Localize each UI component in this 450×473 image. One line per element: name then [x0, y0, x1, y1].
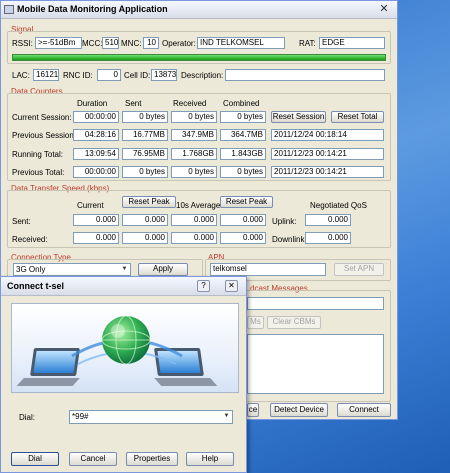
- dial-combobox[interactable]: *99# ▼: [69, 410, 233, 424]
- sent-average-peak: 0.000: [220, 214, 266, 226]
- received-cell: 0 bytes: [171, 166, 217, 178]
- row-label: Previous Session:: [12, 131, 77, 140]
- column-header: Combined: [223, 99, 260, 108]
- rssi-field: >=-51dBm: [35, 37, 82, 49]
- service-button[interactable]: ce: [247, 403, 259, 417]
- downlink-field: 0.000: [305, 232, 351, 244]
- negotiated-qos-label: Negotiated QoS: [310, 201, 367, 210]
- received-current: 0.000: [73, 232, 119, 244]
- apn-input[interactable]: telkomsel: [210, 263, 326, 276]
- sent-peak: 0.000: [122, 214, 168, 226]
- current-label: Current: [77, 201, 104, 210]
- timestamp-cell: 2011/12/23 00:14:21: [271, 166, 384, 178]
- average-label: 10s Average: [176, 201, 221, 210]
- reset-total-button[interactable]: Reset Total: [331, 111, 384, 123]
- apply-button[interactable]: Apply: [138, 263, 188, 276]
- received-peak: 0.000: [122, 232, 168, 244]
- sent-current: 0.000: [73, 214, 119, 226]
- broadcast-messages-list[interactable]: [247, 334, 384, 394]
- row-label: Running Total:: [12, 150, 63, 159]
- column-header: Received: [173, 99, 207, 108]
- received-cell: 0 bytes: [171, 111, 217, 123]
- uplink-label: Uplink:: [272, 217, 297, 226]
- cancel-button[interactable]: Cancel: [69, 452, 117, 466]
- rat-field: EDGE: [319, 37, 385, 49]
- column-header: Sent: [125, 99, 142, 108]
- duration-cell: 13:09:54: [73, 148, 119, 160]
- close-icon[interactable]: ✕: [377, 3, 391, 16]
- detect-device-button[interactable]: Detect Device: [270, 403, 328, 417]
- connect-button[interactable]: Connect: [337, 403, 391, 417]
- rssi-label: RSSI:: [12, 39, 33, 48]
- received-average: 0.000: [171, 232, 217, 244]
- set-apn-button[interactable]: Set APN: [334, 263, 384, 276]
- received-cell: 347.9MB: [171, 129, 217, 141]
- mnc-label: MNC:: [121, 39, 142, 48]
- row-label: Previous Total:: [12, 168, 65, 177]
- mnc-field: 10: [143, 37, 159, 49]
- combined-cell: 0 bytes: [220, 111, 266, 123]
- description-label: Description:: [181, 71, 224, 80]
- chevron-down-icon[interactable]: ▼: [120, 265, 129, 274]
- signal-strength-bar: [12, 54, 386, 61]
- lac-label: LAC:: [12, 71, 30, 80]
- dial-label: Dial:: [19, 413, 36, 422]
- cell-label: Cell ID:: [124, 71, 151, 80]
- dialog-title: Connect t-sel: [7, 281, 65, 291]
- reset-session-button[interactable]: Reset Session: [271, 111, 326, 123]
- dialog-title-bar[interactable]: Connect t-sel ? ✕: [1, 277, 246, 296]
- title-bar[interactable]: Mobile Data Monitoring Application ✕: [1, 1, 397, 19]
- help-button[interactable]: Help: [186, 452, 234, 466]
- sent-cell: 0 bytes: [122, 166, 168, 178]
- lac-field: 16121: [33, 69, 59, 81]
- dial-value: *99#: [72, 412, 89, 421]
- mcc-field: 510: [102, 37, 119, 49]
- sent-label: Sent:: [12, 217, 31, 226]
- connection-type-select[interactable]: 3G Only ▼: [13, 263, 131, 276]
- operator-field: IND TELKOMSEL: [197, 37, 285, 49]
- duration-cell: 04:28:16: [73, 129, 119, 141]
- rnc-field: 0: [97, 69, 121, 81]
- dial-button[interactable]: Dial: [11, 452, 59, 466]
- connect-dialog: Connect t-sel ? ✕ Dial: *99# ▼ Dial Canc…: [0, 276, 247, 473]
- close-icon[interactable]: ✕: [225, 280, 238, 292]
- cbm-button[interactable]: Ms: [247, 316, 264, 329]
- duration-cell: 00:00:00: [73, 166, 119, 178]
- sent-cell: 0 bytes: [122, 111, 168, 123]
- reset-peak-avg-button[interactable]: Reset Peak: [220, 196, 273, 208]
- timestamp-cell: 2011/12/24 00:18:14: [271, 129, 384, 141]
- downlink-label: Downlink:: [272, 235, 307, 244]
- mcc-label: MCC:: [82, 39, 103, 48]
- app-icon: [4, 5, 14, 14]
- network-banner: [11, 303, 239, 393]
- combined-cell: 0 bytes: [220, 166, 266, 178]
- sent-cell: 16.77MB: [122, 129, 168, 141]
- rnc-label: RNC ID:: [63, 71, 93, 80]
- broadcast-input[interactable]: [247, 297, 384, 310]
- connection-type-value: 3G Only: [16, 265, 46, 274]
- duration-cell: 00:00:00: [73, 111, 119, 123]
- received-label: Received:: [12, 235, 48, 244]
- network-globe-icon: [16, 315, 218, 386]
- sent-average: 0.000: [171, 214, 217, 226]
- combined-cell: 364.7MB: [220, 129, 266, 141]
- received-average-peak: 0.000: [220, 232, 266, 244]
- uplink-field: 0.000: [305, 214, 351, 226]
- received-cell: 1.768GB: [171, 148, 217, 160]
- column-header: Duration: [77, 99, 108, 108]
- combined-cell: 1.843GB: [220, 148, 266, 160]
- chevron-down-icon[interactable]: ▼: [222, 412, 231, 421]
- properties-button[interactable]: Properties: [126, 452, 178, 466]
- sent-cell: 76.95MB: [122, 148, 168, 160]
- description-field: [225, 69, 385, 81]
- clear-cbms-button[interactable]: Clear CBMs: [267, 316, 321, 329]
- cell-field: 13873: [151, 69, 177, 81]
- reset-peak-button[interactable]: Reset Peak: [122, 196, 176, 208]
- help-icon[interactable]: ?: [197, 280, 210, 292]
- operator-label: Operator:: [162, 39, 196, 48]
- rat-label: RAT:: [299, 39, 316, 48]
- timestamp-cell: 2011/12/23 00:14:21: [271, 148, 384, 160]
- window-title: Mobile Data Monitoring Application: [17, 4, 168, 14]
- row-label: Current Session:: [12, 113, 72, 122]
